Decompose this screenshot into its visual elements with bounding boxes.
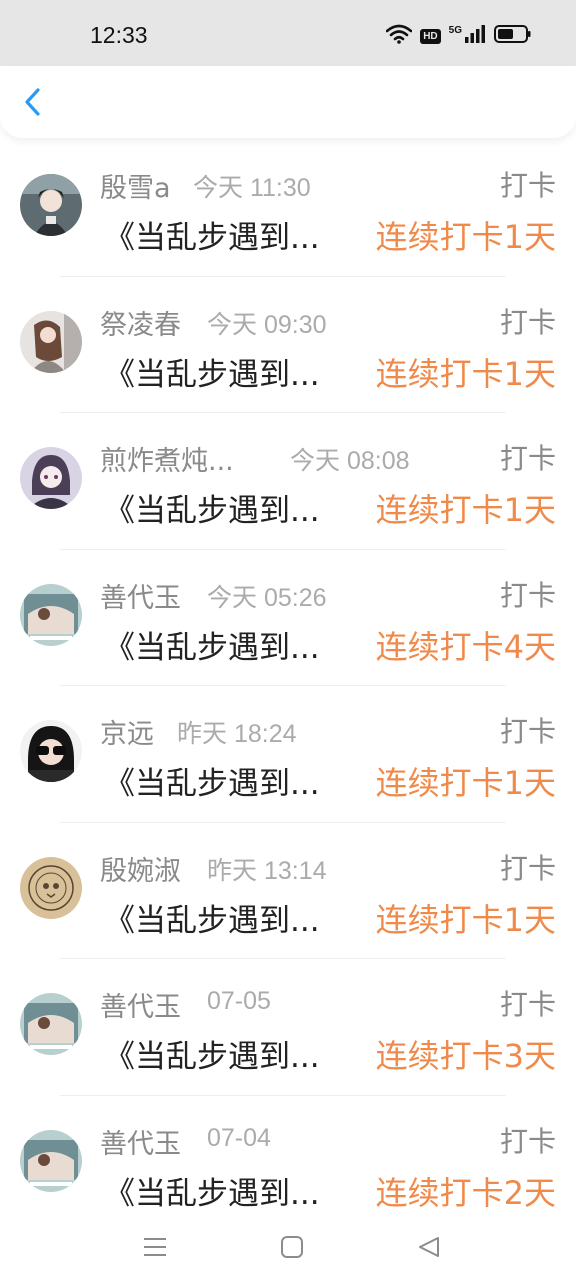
avatar[interactable] (20, 993, 82, 1055)
streak-label: 连续打卡2天 (375, 1173, 556, 1212)
streak-label: 连续打卡4天 (375, 627, 556, 666)
home-button[interactable] (277, 1234, 307, 1264)
book-title: 《当乱步遇到... (104, 356, 320, 393)
list-item[interactable]: 煎炸煮炖... 今天 08:08 打卡 《当乱步遇到... 连续打卡1天 (0, 413, 576, 550)
user-name: 善代玉 (100, 582, 181, 614)
streak-label: 连续打卡1天 (375, 354, 556, 393)
status-bar: 12:33 HD 5G (0, 0, 576, 66)
home-square-icon (280, 1235, 304, 1263)
checkin-time: 今天 09:30 (207, 310, 327, 339)
book-title: 《当乱步遇到... (104, 1039, 320, 1075)
list-item[interactable]: 善代玉 07-05 打卡 《当乱步遇到... 连续打卡3天 (0, 959, 576, 1096)
header (0, 66, 576, 138)
book-title: 《当乱步遇到... (104, 766, 320, 802)
network-label: 5G (448, 24, 462, 36)
checkin-time: 今天 08:08 (290, 447, 410, 475)
entry-type: 打卡 (499, 578, 556, 612)
hd-badge: HD (420, 28, 441, 44)
system-nav-bar (0, 1220, 576, 1280)
checkin-list: 殷雪a 今天 11:30 打卡 《当乱步遇到... 连续打卡1天 祭凌春 今天 … (0, 140, 576, 1232)
status-icons: HD 5G (385, 24, 532, 48)
battery-icon (494, 24, 532, 48)
list-item[interactable]: 京远 昨天 18:24 打卡 《当乱步遇到... 连续打卡1天 (0, 686, 576, 823)
avatar[interactable] (20, 856, 82, 919)
user-name: 善代玉 (100, 992, 181, 1023)
user-name: 殷婉淑 (100, 855, 181, 887)
avatar[interactable] (20, 583, 82, 646)
entry-type: 打卡 (499, 715, 556, 748)
checkin-time: 07-05 (207, 987, 271, 1015)
checkin-time: 今天 11:30 (193, 174, 311, 202)
streak-label: 连续打卡1天 (375, 900, 556, 939)
avatar[interactable] (20, 720, 82, 782)
signal-icon (464, 24, 486, 48)
user-name: 京远 (100, 719, 154, 750)
back-triangle-icon (417, 1235, 441, 1263)
list-item[interactable]: 殷婉淑 昨天 13:14 打卡 《当乱步遇到... 连续打卡1天 (0, 823, 576, 959)
book-title: 《当乱步遇到... (104, 493, 320, 529)
menu-button[interactable] (140, 1234, 170, 1264)
checkin-time: 昨天 18:24 (177, 720, 297, 748)
status-time: 12:33 (90, 22, 148, 48)
back-nav-button[interactable] (414, 1234, 444, 1264)
book-title: 《当乱步遇到... (104, 902, 320, 939)
user-name: 祭凌春 (100, 309, 181, 341)
entry-type: 打卡 (499, 1124, 556, 1158)
avatar[interactable] (20, 310, 82, 373)
back-button[interactable] (16, 86, 48, 122)
wifi-icon (385, 24, 413, 48)
entry-type: 打卡 (499, 851, 556, 885)
checkin-time: 昨天 13:14 (207, 856, 327, 885)
book-title: 《当乱步遇到... (104, 1175, 320, 1212)
streak-label: 连续打卡1天 (375, 491, 556, 529)
user-name: 煎炸煮炖... (100, 446, 234, 477)
entry-type: 打卡 (499, 988, 556, 1021)
checkin-time: 07-04 (207, 1123, 271, 1152)
streak-label: 连续打卡1天 (375, 218, 556, 256)
avatar[interactable] (20, 447, 82, 509)
user-name: 殷雪a (100, 173, 171, 204)
entry-type: 打卡 (499, 442, 556, 475)
streak-label: 连续打卡3天 (375, 1037, 556, 1075)
entry-type: 打卡 (499, 305, 556, 339)
entry-type: 打卡 (499, 169, 556, 202)
list-item[interactable]: 祭凌春 今天 09:30 打卡 《当乱步遇到... 连续打卡1天 (0, 277, 576, 413)
menu-icon (142, 1236, 168, 1262)
checkin-time: 今天 05:26 (207, 583, 327, 612)
chevron-left-icon (23, 87, 41, 121)
user-name: 善代玉 (100, 1128, 181, 1160)
list-item[interactable]: 善代玉 07-04 打卡 《当乱步遇到... 连续打卡2天 (0, 1096, 576, 1233)
streak-label: 连续打卡1天 (375, 764, 556, 802)
avatar[interactable] (20, 1129, 82, 1192)
book-title: 《当乱步遇到... (104, 629, 320, 666)
avatar[interactable] (20, 174, 82, 236)
list-item[interactable]: 殷雪a 今天 11:30 打卡 《当乱步遇到... 连续打卡1天 (0, 140, 576, 277)
book-title: 《当乱步遇到... (104, 220, 320, 256)
list-item[interactable]: 善代玉 今天 05:26 打卡 《当乱步遇到... 连续打卡4天 (0, 550, 576, 686)
